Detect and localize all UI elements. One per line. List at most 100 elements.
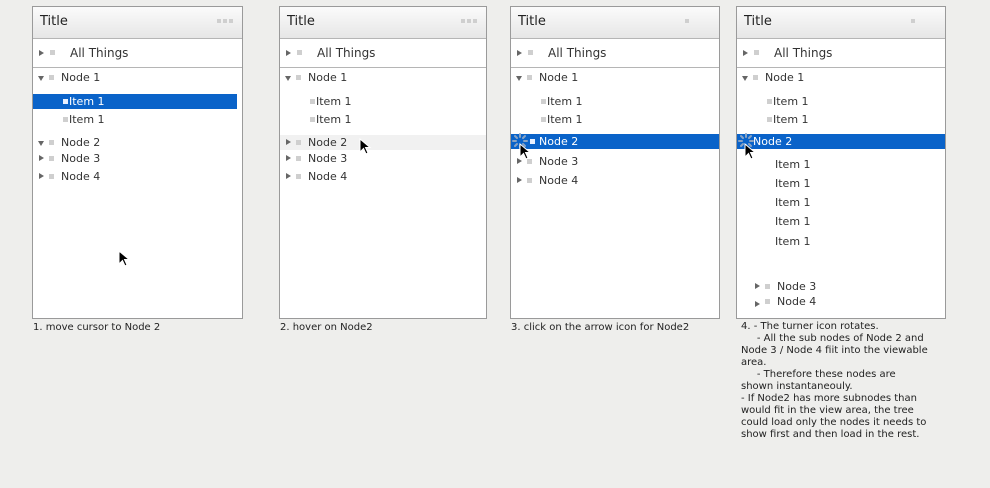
item-square-icon bbox=[767, 99, 772, 104]
expand-arrow-icon[interactable] bbox=[286, 50, 291, 56]
tree-node-1[interactable]: Node 1 bbox=[511, 70, 719, 85]
expand-arrow-icon[interactable] bbox=[39, 155, 44, 161]
tree-item-label: Item 1 bbox=[775, 215, 811, 228]
panel-title: Title bbox=[518, 14, 546, 29]
all-things-row[interactable]: All Things bbox=[737, 39, 945, 68]
tree-item-label: Item 1 bbox=[775, 196, 811, 209]
tree-item-label: Item 1 bbox=[316, 113, 352, 126]
collapse-arrow-icon[interactable] bbox=[516, 76, 522, 81]
tree-item-label: Item 1 bbox=[69, 95, 105, 108]
tree-node-label: Node 4 bbox=[539, 174, 579, 187]
item-square-icon bbox=[63, 99, 68, 104]
panel-title: Title bbox=[40, 14, 68, 29]
all-things-row[interactable]: All Things bbox=[280, 39, 486, 68]
tree-item[interactable]: Item 1 bbox=[737, 195, 945, 210]
tree-node-4[interactable]: Node 4 bbox=[511, 173, 719, 188]
tree-node-label: Node 4 bbox=[777, 295, 817, 308]
window-controls-icon[interactable] bbox=[911, 19, 915, 24]
tree-item[interactable]: Item 1 bbox=[737, 112, 945, 127]
folder-square-icon bbox=[50, 50, 55, 55]
tree-node-2[interactable]: Node 2 bbox=[280, 135, 486, 150]
collapse-arrow-icon[interactable] bbox=[38, 141, 44, 146]
tree-item[interactable]: Item 1 bbox=[737, 176, 945, 191]
expand-arrow-icon[interactable] bbox=[286, 173, 291, 179]
item-square-icon bbox=[541, 117, 546, 122]
tree-node-label: Node 4 bbox=[308, 170, 348, 183]
tree-node-3[interactable]: Node 3 bbox=[511, 154, 719, 169]
expand-arrow-icon[interactable] bbox=[755, 283, 760, 289]
caption-line: show first and then load in the rest. bbox=[741, 429, 920, 440]
tree-node-4[interactable]: Node 4 bbox=[737, 294, 945, 309]
tree-item[interactable]: Item 1 bbox=[280, 94, 486, 109]
tree-item[interactable]: Item 1 bbox=[511, 94, 719, 109]
mouse-cursor-icon bbox=[118, 250, 131, 267]
tree-node-label: Node 4 bbox=[61, 170, 101, 183]
expand-arrow-icon[interactable] bbox=[743, 50, 748, 56]
tree-node-1[interactable]: Node 1 bbox=[280, 70, 486, 85]
tree-item-label: Item 1 bbox=[547, 113, 583, 126]
tree-node-1[interactable]: Node 1 bbox=[737, 70, 945, 85]
tree-panel-4: Title All Things Node 1 Item 1 Item 1 No… bbox=[736, 6, 946, 319]
panel-title-bar: Title bbox=[737, 7, 945, 39]
step-caption-2: 2. hover on Node2 bbox=[280, 322, 373, 333]
folder-square-icon bbox=[49, 156, 54, 161]
tree-node-2[interactable]: Node 2 bbox=[33, 135, 242, 150]
expand-arrow-icon[interactable] bbox=[286, 139, 291, 145]
tree-item[interactable]: Item 1 bbox=[737, 214, 945, 229]
tree-node-4[interactable]: Node 4 bbox=[33, 169, 242, 184]
expand-arrow-icon[interactable] bbox=[39, 50, 44, 56]
tree-node-label: Node 3 bbox=[61, 152, 101, 165]
tree-node-label: Node 2 bbox=[753, 135, 793, 148]
tree-node-label: Node 1 bbox=[61, 71, 101, 84]
tree-item-label: Item 1 bbox=[775, 177, 811, 190]
folder-square-icon bbox=[765, 299, 770, 304]
tree-item-label: Item 1 bbox=[316, 95, 352, 108]
tree-node-3[interactable]: Node 3 bbox=[737, 279, 945, 294]
tree-node-1[interactable]: Node 1 bbox=[33, 70, 242, 85]
tree-item[interactable]: Item 1 bbox=[737, 157, 945, 172]
tree-item[interactable]: Item 1 bbox=[280, 112, 486, 127]
tree-panel-1: Title All Things Node 1 Item 1 Item 1 No… bbox=[32, 6, 243, 319]
caption-line: - Therefore these nodes are bbox=[741, 369, 896, 380]
expand-arrow-icon[interactable] bbox=[517, 177, 522, 183]
folder-square-icon bbox=[527, 75, 532, 80]
tree-node-2[interactable]: Node 2 bbox=[737, 133, 945, 149]
tree-node-2[interactable]: Node 2 bbox=[511, 133, 719, 149]
expand-arrow-icon[interactable] bbox=[517, 50, 522, 56]
caption-line: - All the sub nodes of Node 2 and bbox=[741, 333, 924, 344]
expand-arrow-icon[interactable] bbox=[286, 155, 291, 161]
tree-item[interactable]: Item 1 bbox=[737, 94, 945, 109]
tree-node-3[interactable]: Node 3 bbox=[33, 151, 242, 166]
window-controls-icon[interactable] bbox=[217, 19, 233, 24]
collapse-arrow-icon[interactable] bbox=[742, 76, 748, 81]
expand-arrow-icon[interactable] bbox=[39, 173, 44, 179]
tree-item[interactable]: Item 1 bbox=[511, 112, 719, 127]
tree-node-3[interactable]: Node 3 bbox=[280, 151, 486, 166]
folder-square-icon bbox=[49, 174, 54, 179]
tree-item[interactable]: Item 1 bbox=[33, 112, 242, 127]
all-things-row[interactable]: All Things bbox=[511, 39, 719, 68]
caption-line: would fit in the view area, the tree bbox=[741, 405, 914, 416]
panel-title: Title bbox=[744, 14, 772, 29]
folder-square-icon bbox=[528, 50, 533, 55]
window-controls-icon[interactable] bbox=[685, 19, 689, 24]
folder-square-icon bbox=[297, 50, 302, 55]
caption-line: 4. - The turner icon rotates. bbox=[741, 321, 879, 332]
all-things-label: All Things bbox=[548, 46, 607, 60]
panel-title: Title bbox=[287, 14, 315, 29]
tree-item[interactable]: Item 1 bbox=[737, 234, 945, 249]
expand-arrow-icon[interactable] bbox=[755, 301, 760, 307]
collapse-arrow-icon[interactable] bbox=[285, 76, 291, 81]
caption-line: - If Node2 has more subnodes than bbox=[741, 393, 917, 404]
tree-node-label: Node 2 bbox=[308, 136, 348, 149]
collapse-arrow-icon[interactable] bbox=[38, 76, 44, 81]
tree-item[interactable]: Item 1 bbox=[33, 94, 237, 109]
item-square-icon bbox=[63, 117, 68, 122]
caption-line: area. bbox=[741, 357, 767, 368]
tree-item-label: Item 1 bbox=[773, 95, 809, 108]
all-things-row[interactable]: All Things bbox=[33, 39, 242, 68]
window-controls-icon[interactable] bbox=[461, 19, 477, 24]
step-caption-3: 3. click on the arrow icon for Node2 bbox=[511, 322, 690, 333]
folder-square-icon bbox=[49, 140, 54, 145]
tree-node-4[interactable]: Node 4 bbox=[280, 169, 486, 184]
